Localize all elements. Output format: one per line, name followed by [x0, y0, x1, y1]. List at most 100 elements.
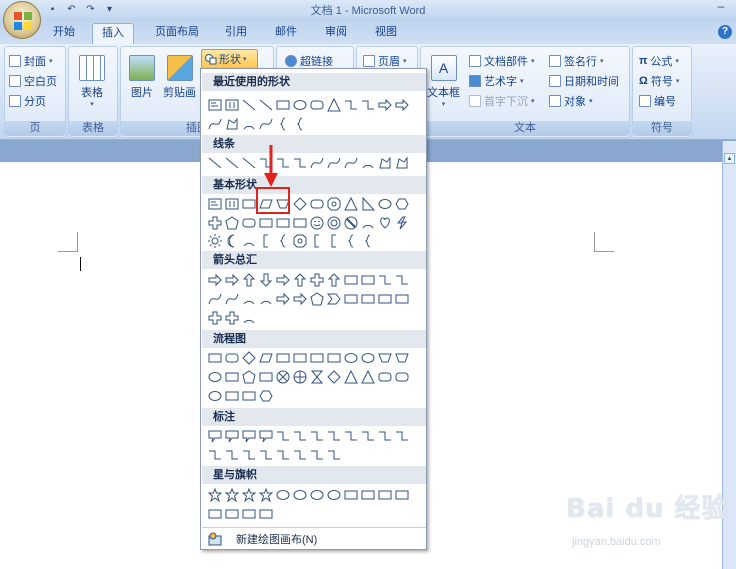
- shape-pluscircle-icon[interactable]: [292, 369, 308, 385]
- shape-line-icon[interactable]: [224, 155, 240, 171]
- shape-rect-icon[interactable]: [275, 350, 291, 366]
- shape-rect-icon[interactable]: [224, 369, 240, 385]
- shape-elbow-icon[interactable]: [275, 428, 291, 444]
- tab-3[interactable]: 引用: [216, 23, 256, 44]
- shape-textbox-icon[interactable]: [207, 97, 223, 113]
- shape-oval-icon[interactable]: [275, 487, 291, 503]
- shape-star-icon[interactable]: [224, 487, 240, 503]
- date-time-button[interactable]: 日期和时间: [549, 73, 619, 89]
- hyperlink-button[interactable]: 超链接: [285, 53, 333, 69]
- shape-elbow-icon[interactable]: [377, 428, 393, 444]
- shape-smiley-icon[interactable]: [309, 215, 325, 231]
- shape-arrow-icon[interactable]: [377, 97, 393, 113]
- shape-arc-icon[interactable]: [241, 310, 257, 326]
- shape-rect-icon[interactable]: [258, 506, 274, 522]
- shape-curve-icon[interactable]: [224, 291, 240, 307]
- shape-hourglass-icon[interactable]: [309, 369, 325, 385]
- object-button[interactable]: 对象 ▾: [549, 93, 593, 109]
- shape-oval-icon[interactable]: [309, 487, 325, 503]
- shape-elbow-icon[interactable]: [292, 428, 308, 444]
- tab-2[interactable]: 页面布局: [144, 23, 210, 44]
- shape-rect-icon[interactable]: [343, 487, 359, 503]
- shape-rect-icon[interactable]: [360, 291, 376, 307]
- shape-oval-icon[interactable]: [292, 487, 308, 503]
- shape-arrow-icon[interactable]: [394, 97, 410, 113]
- shape-rect-icon[interactable]: [343, 272, 359, 288]
- shape-hexagon-icon[interactable]: [394, 196, 410, 212]
- shape-brace-icon[interactable]: [292, 116, 308, 132]
- shape-oval-icon[interactable]: [343, 350, 359, 366]
- shape-roundrect-icon[interactable]: [224, 350, 240, 366]
- shape-rect-icon[interactable]: [275, 215, 291, 231]
- shape-curve-icon[interactable]: [207, 116, 223, 132]
- shape-elbow-icon[interactable]: [241, 447, 257, 463]
- shape-rect-icon[interactable]: [309, 350, 325, 366]
- shape-trapezoid-icon[interactable]: [394, 350, 410, 366]
- table-button[interactable]: 表格 ▾: [79, 55, 105, 108]
- tab-1[interactable]: 插入: [92, 23, 134, 44]
- shape-rect-icon[interactable]: [360, 272, 376, 288]
- shape-rect-icon[interactable]: [258, 215, 274, 231]
- shape-moon-icon[interactable]: [224, 233, 240, 249]
- tab-0[interactable]: 开始: [44, 23, 84, 44]
- shape-star-icon[interactable]: [258, 487, 274, 503]
- shape-elbow-icon[interactable]: [377, 272, 393, 288]
- scroll-up-icon[interactable]: ▴: [724, 153, 735, 164]
- shape-star-icon[interactable]: [207, 487, 223, 503]
- wordart-button[interactable]: 艺术字 ▾: [469, 73, 524, 89]
- shape-elbow-icon[interactable]: [207, 447, 223, 463]
- shape-roundrect-icon[interactable]: [241, 215, 257, 231]
- shape-rect-icon[interactable]: [241, 196, 257, 212]
- equation-button[interactable]: π 公式 ▾: [639, 53, 679, 69]
- shape-elbow-icon[interactable]: [343, 97, 359, 113]
- shape-arc-icon[interactable]: [258, 291, 274, 307]
- number-button[interactable]: 编号: [639, 93, 676, 109]
- shape-elbow-icon[interactable]: [343, 428, 359, 444]
- shape-donut-icon[interactable]: [326, 215, 342, 231]
- shape-rect-icon[interactable]: [258, 369, 274, 385]
- tab-6[interactable]: 视图: [366, 23, 406, 44]
- shape-uparrow-icon[interactable]: [326, 272, 342, 288]
- shape-hexagon-icon[interactable]: [258, 388, 274, 404]
- shape-downarrow-icon[interactable]: [258, 272, 274, 288]
- shape-elbow-icon[interactable]: [309, 447, 325, 463]
- shape-oval-icon[interactable]: [292, 97, 308, 113]
- shape-arc-icon[interactable]: [241, 291, 257, 307]
- shape-curve-icon[interactable]: [258, 116, 274, 132]
- shape-arrow-icon[interactable]: [275, 272, 291, 288]
- shape-plus-icon[interactable]: [309, 272, 325, 288]
- shape-roundrect-icon[interactable]: [394, 369, 410, 385]
- shape-curve-icon[interactable]: [343, 155, 359, 171]
- picture-button[interactable]: 图片: [129, 55, 155, 100]
- shape-rect-icon[interactable]: [326, 350, 342, 366]
- shape-pentagon-icon[interactable]: [224, 215, 240, 231]
- shape-uparrow-icon[interactable]: [292, 272, 308, 288]
- shape-elbow-icon[interactable]: [275, 447, 291, 463]
- shape-triangle-icon[interactable]: [360, 369, 376, 385]
- shape-arc-icon[interactable]: [241, 233, 257, 249]
- shape-pentagon-icon[interactable]: [241, 369, 257, 385]
- blank-page-button[interactable]: 空白页: [9, 73, 57, 89]
- shape-elbow-icon[interactable]: [292, 155, 308, 171]
- shape-freeform-icon[interactable]: [377, 155, 393, 171]
- shape-rect-icon[interactable]: [292, 215, 308, 231]
- shape-brace-icon[interactable]: [343, 233, 359, 249]
- shape-elbow-icon[interactable]: [326, 447, 342, 463]
- shape-textbox-icon[interactable]: [207, 196, 223, 212]
- shape-xcircle-icon[interactable]: [275, 369, 291, 385]
- signature-line-button[interactable]: 签名行 ▾: [549, 53, 604, 69]
- shape-triangle-icon[interactable]: [343, 196, 359, 212]
- shape-plus-icon[interactable]: [224, 310, 240, 326]
- shape-rect-icon[interactable]: [207, 506, 223, 522]
- shape-roundrect-icon[interactable]: [309, 196, 325, 212]
- tab-5[interactable]: 审阅: [316, 23, 356, 44]
- shape-nosymbol-icon[interactable]: [343, 215, 359, 231]
- shape-brace-icon[interactable]: [275, 233, 291, 249]
- shape-line-icon[interactable]: [258, 97, 274, 113]
- shape-octagon-icon[interactable]: [292, 233, 308, 249]
- shape-rect-icon[interactable]: [207, 350, 223, 366]
- shape-pentagon-icon[interactable]: [309, 291, 325, 307]
- shape-rtriangle-icon[interactable]: [360, 196, 376, 212]
- shape-arc-icon[interactable]: [241, 116, 257, 132]
- shape-roundrect-icon[interactable]: [377, 369, 393, 385]
